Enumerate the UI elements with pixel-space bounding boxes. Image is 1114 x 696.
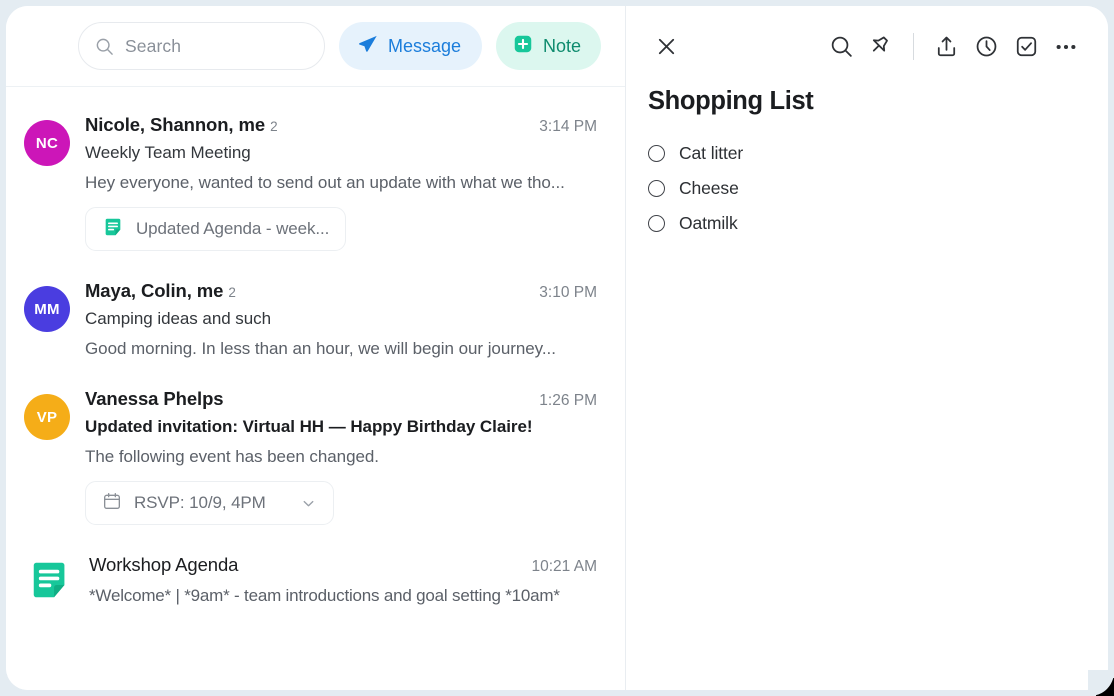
thread-participants-wrap: Vanessa Phelps	[85, 388, 228, 410]
note-title: Workshop Agenda	[89, 554, 238, 576]
inbox-toolbar: Search Message Note	[6, 6, 625, 87]
note-topline: Workshop Agenda 10:21 AM	[89, 554, 597, 576]
todo-item-label: Cheese	[679, 178, 739, 199]
compose-note-button[interactable]: Note	[496, 22, 601, 70]
thread-message-count: 2	[228, 285, 236, 300]
avatar-initials: NC	[36, 135, 58, 152]
thread-list[interactable]: NC Nicole, Shannon, me 2 3:14 PM Weekly T…	[6, 87, 625, 690]
thread-preview: Hey everyone, wanted to send out an upda…	[85, 173, 597, 193]
thread-subject: Updated invitation: Virtual HH — Happy B…	[85, 417, 597, 437]
thread-timestamp: 1:26 PM	[539, 392, 597, 410]
todo-item[interactable]: Oatmilk	[648, 206, 1086, 241]
compose-message-button[interactable]: Message	[339, 22, 482, 70]
thread-participants: Vanessa Phelps	[85, 388, 223, 409]
search-placeholder-text: Search	[125, 36, 181, 57]
pin-icon[interactable]	[861, 27, 901, 67]
thread-timestamp: 3:10 PM	[539, 284, 597, 302]
avatar: NC	[24, 120, 70, 166]
avatar-initials: MM	[34, 301, 60, 318]
new-note-icon	[512, 33, 534, 60]
avatar: MM	[24, 286, 70, 332]
compose-note-label: Note	[543, 36, 581, 57]
note-row[interactable]: Workshop Agenda 10:21 AM *Welcome* | *9a…	[6, 539, 625, 622]
thread-topline: Vanessa Phelps 1:26 PM	[85, 388, 597, 410]
note-heading: Shopping List	[648, 87, 1086, 116]
thread-row[interactable]: NC Nicole, Shannon, me 2 3:14 PM Weekly T…	[6, 99, 625, 265]
todo-item-label: Cat litter	[679, 143, 743, 164]
checkbox-empty-icon[interactable]	[648, 215, 665, 232]
clock-icon[interactable]	[966, 27, 1006, 67]
thread-preview: Good morning. In less than an hour, we w…	[85, 339, 597, 359]
checkbox-check-icon[interactable]	[1006, 27, 1046, 67]
thread-participants: Nicole, Shannon, me	[85, 114, 265, 135]
note-timestamp: 10:21 AM	[532, 558, 598, 576]
attachment-chip[interactable]: Updated Agenda - week...	[85, 207, 346, 251]
thread-participants: Maya, Colin, me	[85, 280, 223, 301]
share-icon[interactable]	[926, 27, 966, 67]
note-body: Workshop Agenda 10:21 AM *Welcome* | *9a…	[89, 554, 597, 606]
toolbar-divider	[913, 33, 914, 60]
rsvp-chip-label: RSVP: 10/9, 4PM	[134, 493, 266, 513]
note-detail-panel: Shopping List Cat litter Cheese Oatmilk	[626, 6, 1108, 690]
thread-participants-wrap: Maya, Colin, me 2	[85, 280, 236, 302]
checkbox-empty-icon[interactable]	[648, 145, 665, 162]
thread-preview: The following event has been changed.	[85, 447, 597, 467]
thread-row[interactable]: MM Maya, Colin, me 2 3:10 PM Camping idea…	[6, 265, 625, 373]
todo-item[interactable]: Cheese	[648, 171, 1086, 206]
rsvp-chip[interactable]: RSVP: 10/9, 4PM	[85, 481, 334, 525]
attachment-chip-label: Updated Agenda - week...	[136, 219, 329, 239]
search-input[interactable]: Search	[78, 22, 325, 70]
thread-body: Nicole, Shannon, me 2 3:14 PM Weekly Team…	[85, 114, 597, 251]
calendar-icon	[102, 491, 122, 516]
thread-timestamp: 3:14 PM	[539, 118, 597, 136]
todo-item-label: Oatmilk	[679, 213, 738, 234]
thread-body: Vanessa Phelps 1:26 PM Updated invitatio…	[85, 388, 597, 525]
search-icon[interactable]	[821, 27, 861, 67]
inbox-panel: Search Message Note	[6, 6, 626, 690]
thread-body: Maya, Colin, me 2 3:10 PM Camping ideas a…	[85, 280, 597, 359]
todo-item[interactable]: Cat litter	[648, 136, 1086, 171]
compose-message-label: Message	[388, 36, 461, 57]
thread-subject: Weekly Team Meeting	[85, 143, 597, 163]
avatar: VP	[24, 394, 70, 440]
paper-plane-icon	[357, 33, 379, 60]
thread-topline: Maya, Colin, me 2 3:10 PM	[85, 280, 597, 302]
note-content: Shopping List Cat litter Cheese Oatmilk	[626, 87, 1108, 241]
note-doc-icon	[102, 216, 124, 243]
more-horizontal-icon[interactable]	[1046, 27, 1086, 67]
avatar-initials: VP	[37, 409, 58, 426]
note-preview: *Welcome* | *9am* - team introductions a…	[89, 586, 597, 606]
note-detail-toolbar	[626, 6, 1108, 87]
thread-row[interactable]: VP Vanessa Phelps 1:26 PM Updated invita…	[6, 373, 625, 539]
chevron-down-icon[interactable]	[300, 495, 317, 512]
checkbox-empty-icon[interactable]	[648, 180, 665, 197]
close-icon[interactable]	[646, 27, 686, 67]
thread-topline: Nicole, Shannon, me 2 3:14 PM	[85, 114, 597, 136]
app-window: Search Message Note	[6, 6, 1108, 690]
thread-subject: Camping ideas and such	[85, 309, 597, 329]
thread-participants-wrap: Nicole, Shannon, me 2	[85, 114, 278, 136]
thread-message-count: 2	[270, 119, 278, 134]
search-icon	[95, 37, 114, 56]
note-doc-icon	[28, 557, 74, 608]
